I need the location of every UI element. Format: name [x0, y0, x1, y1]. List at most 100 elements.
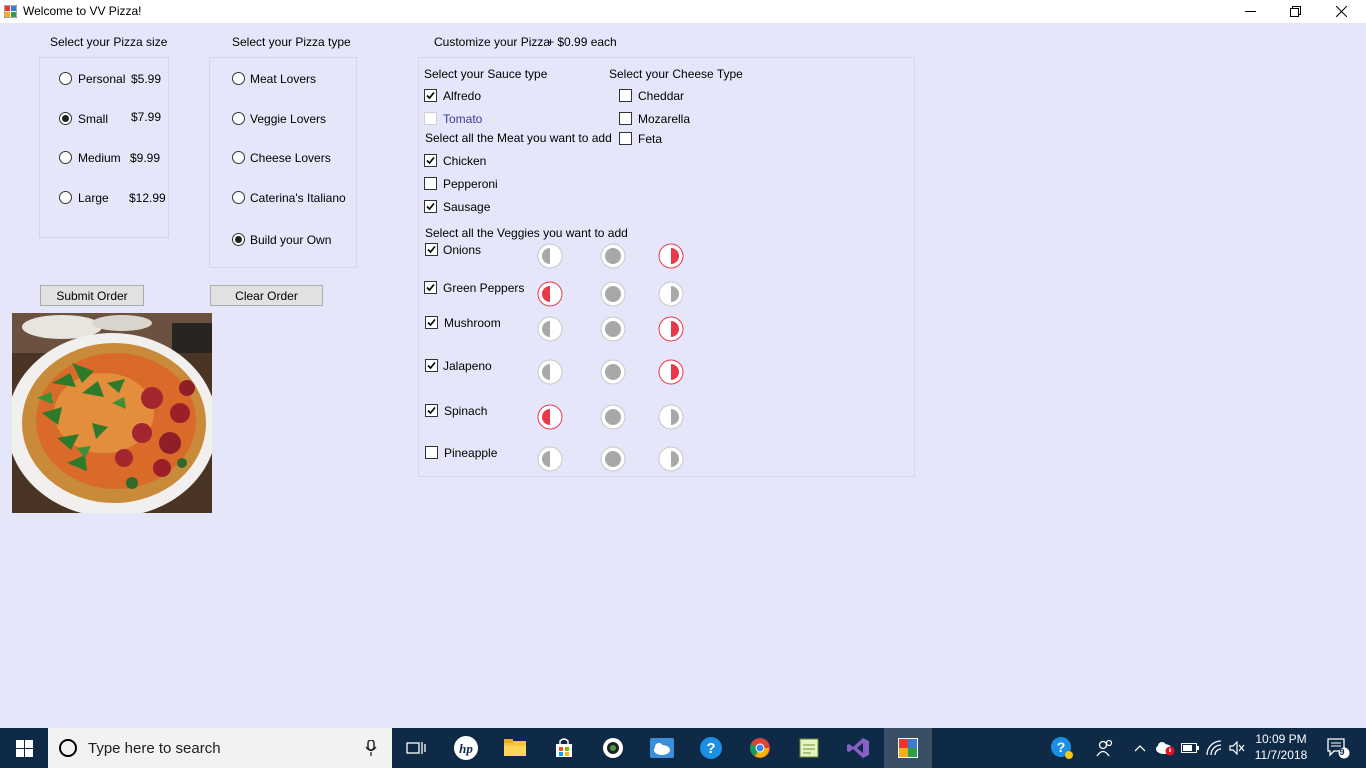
taskbar-clock[interactable]: 10:09 PM 11/7/2018	[1252, 731, 1310, 763]
clear-order-button[interactable]: Clear Order	[210, 285, 323, 306]
veggie-checkbox-jalapeno[interactable]	[425, 359, 438, 372]
size-radio-large[interactable]	[59, 191, 72, 204]
meat-heading: Select all the Meat you want to add	[425, 131, 612, 145]
veggie-spinach-left-toggle[interactable]	[537, 404, 563, 430]
size-radio-personal[interactable]	[59, 72, 72, 85]
cheese-checkbox-feta[interactable]	[619, 132, 632, 145]
type-radio-cheese-lovers[interactable]	[232, 151, 245, 164]
app-icon	[4, 5, 17, 18]
action-center-button[interactable]: 9	[1318, 728, 1358, 768]
veggie-spinach-right-toggle[interactable]	[658, 404, 684, 430]
sauce-label-alfredo: Alfredo	[443, 89, 482, 103]
veggie-green-peppers-right-toggle[interactable]	[658, 281, 684, 307]
taskbar-pizza-app-active[interactable]	[884, 728, 932, 768]
veggie-label-jalapeno: Jalapeno	[443, 359, 492, 373]
veggie-label-green-peppers: Green Peppers	[443, 281, 525, 295]
type-radio-veggie-lovers[interactable]	[232, 112, 245, 125]
veggie-jalapeno-whole-toggle[interactable]	[600, 359, 626, 385]
veggie-pineapple-whole-toggle[interactable]	[600, 446, 626, 472]
title-bar: Welcome to VV Pizza!	[0, 0, 1366, 23]
type-label-veggie-lovers: Veggie Lovers	[250, 112, 327, 126]
size-radio-small[interactable]	[59, 112, 72, 125]
taskbar-visual-studio[interactable]	[835, 728, 881, 768]
sauce-heading: Select your Sauce type	[424, 67, 548, 81]
size-price-personal: $5.99	[131, 72, 162, 86]
meat-label-sausage: Sausage	[443, 200, 491, 214]
submit-order-button[interactable]: Submit Order	[40, 285, 144, 306]
veggie-jalapeno-left-toggle[interactable]	[537, 359, 563, 385]
veggie-spinach-whole-toggle[interactable]	[600, 404, 626, 430]
taskbar-chrome[interactable]	[737, 728, 783, 768]
sauce-checkbox-tomato[interactable]	[424, 112, 437, 125]
chrome-icon	[750, 738, 770, 758]
close-button[interactable]	[1318, 0, 1364, 23]
type-label-meat-lovers: Meat Lovers	[250, 72, 317, 86]
taskbar-store[interactable]	[541, 728, 587, 768]
veggie-onions-whole-toggle[interactable]	[600, 243, 626, 269]
meat-checkbox-pepperoni[interactable]	[424, 177, 437, 190]
veggie-mushroom-left-toggle[interactable]	[537, 316, 563, 342]
type-radio-build-your-own[interactable]	[232, 233, 245, 246]
meat-checkbox-chicken[interactable]	[424, 154, 437, 167]
veggie-mushroom-right-toggle[interactable]	[658, 316, 684, 342]
veggies-heading: Select all the Veggies you want to add	[425, 226, 628, 240]
veggie-checkbox-mushroom[interactable]	[425, 316, 438, 329]
hp-icon: hp	[454, 736, 478, 760]
camera-icon	[603, 738, 623, 758]
tray-battery-button[interactable]	[1178, 728, 1202, 768]
veggie-checkbox-onions[interactable]	[425, 243, 438, 256]
tray-onedrive-button[interactable]	[1153, 728, 1177, 768]
veggie-checkbox-spinach[interactable]	[425, 404, 438, 417]
tray-wifi-button[interactable]	[1203, 728, 1227, 768]
cheese-label-mozarella: Mozarella	[638, 112, 691, 126]
start-button[interactable]	[0, 728, 48, 768]
veggie-pineapple-left-toggle[interactable]	[537, 446, 563, 472]
veggie-pineapple-right-toggle[interactable]	[658, 446, 684, 472]
type-label-caterinas-italiano: Caterina's Italiano	[250, 191, 346, 205]
veggie-green-peppers-left-toggle[interactable]	[537, 281, 563, 307]
taskbar-hp-app[interactable]: hp	[443, 728, 489, 768]
people-icon	[1096, 739, 1113, 757]
veggie-onions-right-toggle[interactable]	[658, 243, 684, 269]
cheese-checkbox-cheddar[interactable]	[619, 89, 632, 102]
taskbar-notepad-app[interactable]	[786, 728, 832, 768]
cheese-label-feta: Feta	[638, 132, 663, 146]
veggie-onions-left-toggle[interactable]	[537, 243, 563, 269]
veggie-mushroom-whole-toggle[interactable]	[600, 316, 626, 342]
cloud-error-icon	[1156, 742, 1175, 756]
meat-checkbox-sausage[interactable]	[424, 200, 437, 213]
size-radio-medium[interactable]	[59, 151, 72, 164]
cortana-icon	[59, 739, 77, 757]
wifi-icon	[1206, 740, 1222, 756]
cheese-heading: Select your Cheese Type	[609, 67, 743, 81]
veggie-checkbox-pineapple[interactable]	[425, 446, 438, 459]
notepad-icon	[799, 738, 819, 758]
notification-count: 9	[1339, 747, 1345, 757]
task-view-button[interactable]	[394, 728, 438, 768]
task-view-icon	[406, 742, 426, 754]
tray-volume-button[interactable]	[1226, 728, 1248, 768]
taskbar-camera-app[interactable]	[590, 728, 636, 768]
pizza-illustration	[12, 313, 212, 513]
veggie-label-mushroom: Mushroom	[444, 316, 501, 330]
tray-people-button[interactable]	[1092, 728, 1118, 768]
type-radio-meat-lovers[interactable]	[232, 72, 245, 85]
restore-button[interactable]	[1272, 0, 1318, 23]
veggie-checkbox-green-peppers[interactable]	[424, 281, 437, 294]
type-radio-caterinas-italiano[interactable]	[232, 191, 245, 204]
pizza-image	[12, 313, 212, 513]
tray-show-hidden-button[interactable]	[1130, 728, 1150, 768]
tray-help-button[interactable]: ?	[1046, 728, 1078, 768]
microphone-icon[interactable]	[365, 740, 377, 756]
taskbar-search-box[interactable]: Type here to search	[48, 728, 392, 768]
visual-studio-icon	[847, 738, 869, 758]
veggie-jalapeno-right-toggle[interactable]	[658, 359, 684, 385]
cheese-checkbox-mozarella[interactable]	[619, 112, 632, 125]
veggie-green-peppers-whole-toggle[interactable]	[600, 281, 626, 307]
taskbar-file-explorer[interactable]	[492, 728, 538, 768]
minimize-button[interactable]	[1227, 0, 1273, 23]
sauce-checkbox-alfredo[interactable]	[424, 89, 437, 102]
taskbar-help-app[interactable]: ?	[688, 728, 734, 768]
taskbar-weather-app[interactable]	[639, 728, 685, 768]
type-label-build-your-own: Build your Own	[250, 233, 332, 247]
